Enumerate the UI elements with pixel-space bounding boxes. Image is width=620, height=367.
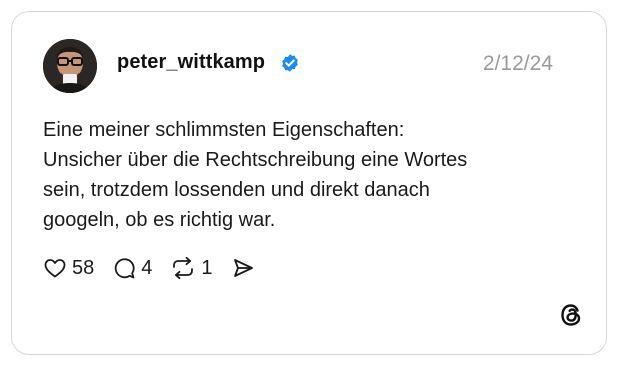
post-text-line: Eine meiner schlimmsten Eigenschaften: — [43, 119, 405, 141]
post-text: Eine meiner schlimmsten Eigenschaften: U… — [43, 115, 563, 235]
repost-button[interactable]: 1 — [170, 256, 213, 280]
send-icon — [231, 256, 255, 280]
like-count: 58 — [72, 256, 95, 279]
action-bar: 58 4 1 — [43, 255, 273, 281]
repost-icon — [170, 256, 196, 280]
heart-icon — [43, 256, 67, 280]
post-text-line: sein, trotzdem lossenden und direkt dana… — [43, 179, 430, 201]
threads-logo-icon — [558, 302, 584, 328]
reply-count: 4 — [141, 256, 153, 279]
repost-count: 1 — [201, 256, 213, 279]
reply-button[interactable]: 4 — [112, 256, 152, 280]
comment-icon — [112, 256, 136, 280]
like-button[interactable]: 58 — [43, 256, 94, 280]
username[interactable]: peter_wittkamp — [117, 51, 265, 74]
post-card[interactable]: peter_wittkamp 2/12/24 Eine meiner schli… — [11, 11, 607, 355]
avatar[interactable] — [43, 39, 97, 93]
post-text-line: Unsicher über die Rechtschreibung eine W… — [43, 149, 468, 171]
share-button[interactable] — [231, 256, 255, 280]
post-date: 2/12/24 — [482, 52, 553, 75]
verified-badge-icon — [280, 53, 300, 73]
post-text-line: googeln, ob es richtig war. — [43, 209, 276, 231]
